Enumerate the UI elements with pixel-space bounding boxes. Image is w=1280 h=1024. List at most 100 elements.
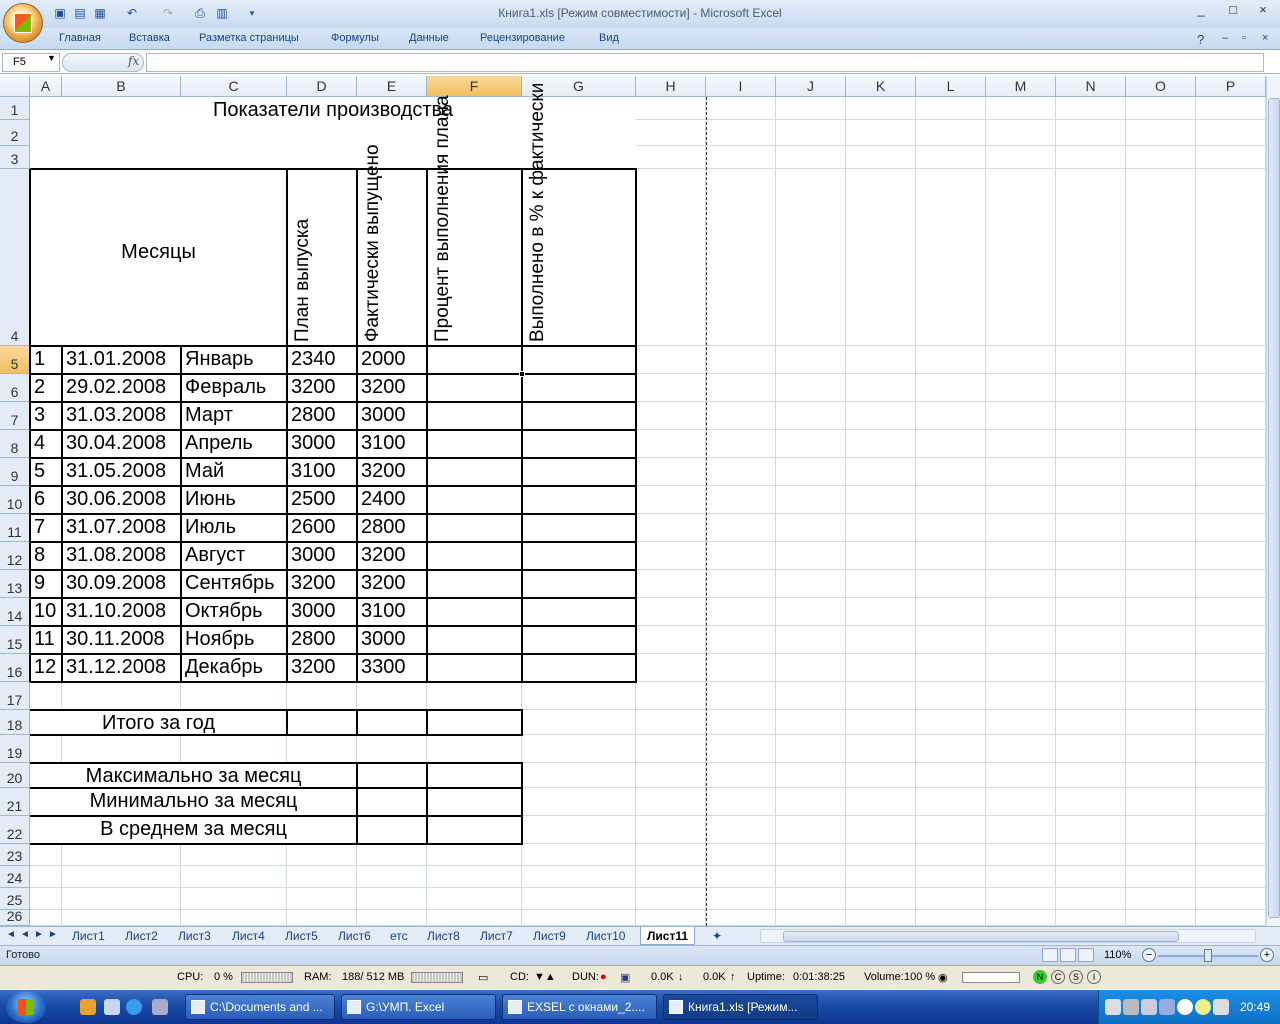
cell-e18[interactable] — [357, 710, 427, 735]
start-button[interactable] — [6, 991, 46, 1023]
cell-b15[interactable]: 30.11.2008 — [62, 626, 181, 654]
zoom-in-button[interactable]: + — [1260, 948, 1274, 962]
quicklaunch-desktop-icon[interactable] — [152, 999, 168, 1015]
cell-a16[interactable]: 12 — [30, 654, 62, 682]
row-header-2[interactable]: 2 — [0, 120, 30, 146]
doc-close-button[interactable]: × — [1262, 32, 1268, 44]
office-button[interactable] — [3, 3, 43, 43]
tab-home[interactable]: Главная — [59, 32, 101, 44]
cell-f15[interactable] — [427, 626, 522, 654]
cell-f11[interactable] — [427, 514, 522, 542]
column-header-j[interactable]: J — [776, 76, 846, 97]
cell-e10[interactable]: 2400 — [357, 486, 427, 514]
row-header-15[interactable]: 15 — [0, 626, 30, 654]
cell-f6[interactable] — [427, 374, 522, 402]
cell-b6[interactable]: 29.02.2008 — [62, 374, 181, 402]
row-header-1[interactable]: 1 — [0, 97, 30, 120]
minimize-button[interactable]: _ — [1190, 2, 1212, 20]
column-header-o[interactable]: O — [1126, 76, 1196, 97]
cell-a5[interactable]: 1 — [30, 346, 62, 374]
cell-g12[interactable] — [522, 542, 636, 570]
cell-d5[interactable]: 2340 — [287, 346, 357, 374]
cell-f13[interactable] — [427, 570, 522, 598]
cell-e12[interactable]: 3200 — [357, 542, 427, 570]
cell-d9[interactable]: 3100 — [287, 458, 357, 486]
cell-b11[interactable]: 31.07.2008 — [62, 514, 181, 542]
row-header-17[interactable]: 17 — [0, 682, 30, 710]
cell-c6[interactable]: Февраль — [181, 374, 287, 402]
row-header-22[interactable]: 22 — [0, 816, 30, 844]
column-header-l[interactable]: L — [916, 76, 986, 97]
column-header-a[interactable]: A — [30, 76, 62, 97]
cell-a14[interactable]: 10 — [30, 598, 62, 626]
cell-d16[interactable]: 3200 — [287, 654, 357, 682]
prev-sheet-icon[interactable]: ◄ — [20, 929, 30, 940]
cell-e9[interactable]: 3200 — [357, 458, 427, 486]
normal-view-button[interactable] — [1042, 948, 1058, 962]
cell-f16[interactable] — [427, 654, 522, 682]
tab-review[interactable]: Рецензирование — [480, 32, 565, 44]
quicklaunch-ie-icon[interactable] — [126, 999, 142, 1015]
column-header-n[interactable]: N — [1056, 76, 1126, 97]
taskbar-item-documents[interactable]: C:\Documents and ... — [185, 994, 335, 1020]
row-header-7[interactable]: 7 — [0, 402, 30, 430]
cell-f12[interactable] — [427, 542, 522, 570]
row-header-13[interactable]: 13 — [0, 570, 30, 598]
cell-d10[interactable]: 2500 — [287, 486, 357, 514]
cell-b12[interactable]: 31.08.2008 — [62, 542, 181, 570]
cell-g6[interactable] — [522, 374, 636, 402]
cell-e7[interactable]: 3000 — [357, 402, 427, 430]
cell-a13[interactable]: 9 — [30, 570, 62, 598]
insert-sheet-icon[interactable]: ✦ — [706, 927, 728, 945]
cd-eject-icon[interactable]: ▼▲ — [534, 971, 556, 983]
cell-b14[interactable]: 31.10.2008 — [62, 598, 181, 626]
cell-e8[interactable]: 3100 — [357, 430, 427, 458]
cell-e21[interactable] — [357, 788, 427, 816]
tab-page-layout[interactable]: Разметка страницы — [199, 32, 299, 44]
cell-d15[interactable]: 2800 — [287, 626, 357, 654]
tray-printer-icon[interactable] — [1105, 999, 1121, 1015]
cell-e11[interactable]: 2800 — [357, 514, 427, 542]
name-box-dropdown-icon[interactable]: ▼ — [47, 53, 56, 63]
column-header-e[interactable]: E — [357, 76, 427, 97]
row-header-19[interactable]: 19 — [0, 735, 30, 763]
cell-a11[interactable]: 7 — [30, 514, 62, 542]
quicklaunch-folder-icon[interactable] — [80, 999, 96, 1015]
cell-d11[interactable]: 2600 — [287, 514, 357, 542]
cell-d13[interactable]: 3200 — [287, 570, 357, 598]
horizontal-scrollbar[interactable] — [760, 929, 1256, 943]
maximize-button[interactable]: □ — [1222, 2, 1244, 20]
cell-a12[interactable]: 8 — [30, 542, 62, 570]
column-header-h[interactable]: H — [636, 76, 706, 97]
print-icon[interactable]: ▦ — [92, 5, 108, 21]
cell-e22[interactable] — [357, 816, 427, 844]
fill-handle[interactable] — [519, 371, 525, 377]
max-label[interactable]: Максимально за месяц — [30, 763, 357, 788]
column-header-d[interactable]: D — [287, 76, 357, 97]
column-header-m[interactable]: M — [986, 76, 1056, 97]
cell-g10[interactable] — [522, 486, 636, 514]
cell-g15[interactable] — [522, 626, 636, 654]
avg-label[interactable]: В среднем за месяц — [30, 816, 357, 844]
sheet-tab-4[interactable]: Лист4 — [226, 927, 271, 945]
row-header-20[interactable]: 20 — [0, 763, 30, 788]
cell-c15[interactable]: Ноябрь — [181, 626, 287, 654]
sheet-tab-7[interactable]: етс — [384, 927, 414, 945]
row-header-25[interactable]: 25 — [0, 888, 30, 910]
cell-g16[interactable] — [522, 654, 636, 682]
row-header-18[interactable]: 18 — [0, 710, 30, 735]
cell-g7[interactable] — [522, 402, 636, 430]
cell-c13[interactable]: Сентябрь — [181, 570, 287, 598]
horizontal-scroll-thumb[interactable] — [783, 931, 1179, 942]
help-icon[interactable]: ? — [1197, 32, 1204, 47]
sheet-tab-8[interactable]: Лист8 — [421, 927, 466, 945]
row-header-10[interactable]: 10 — [0, 486, 30, 514]
cell-g8[interactable] — [522, 430, 636, 458]
taskbar-item-ump-excel[interactable]: G:\УМП. Excel — [341, 994, 496, 1020]
row-header-24[interactable]: 24 — [0, 866, 30, 888]
doc-minimize-button[interactable]: – — [1222, 32, 1228, 44]
tray-app-icon[interactable] — [1177, 999, 1193, 1015]
cell-f14[interactable] — [427, 598, 522, 626]
cell-g14[interactable] — [522, 598, 636, 626]
formula-input[interactable] — [146, 53, 1264, 72]
